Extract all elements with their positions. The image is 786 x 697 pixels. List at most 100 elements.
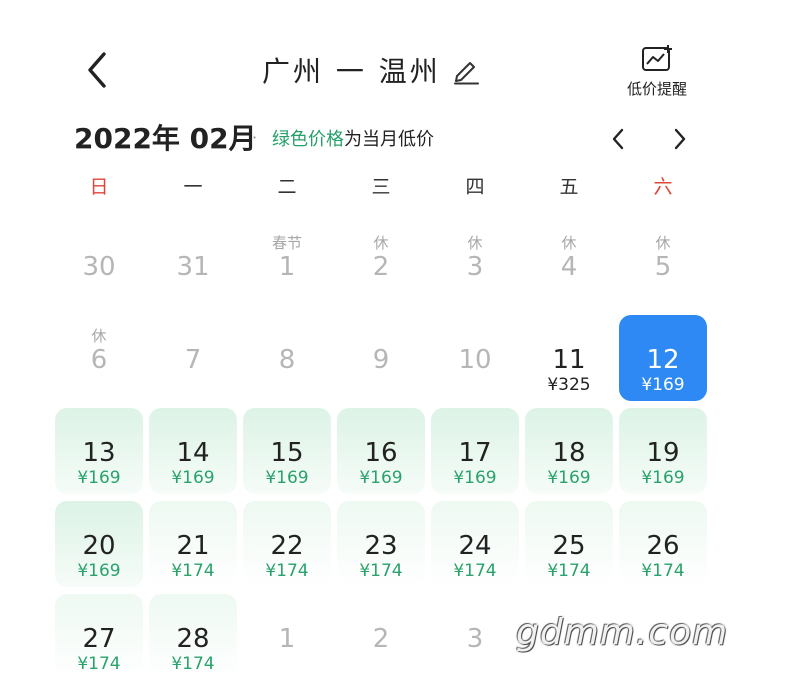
chevron-left-icon [88,52,106,88]
calendar-day[interactable]: 25 ¥174 [525,501,613,587]
day-number: 11 [552,345,586,375]
day-number: 17 [458,438,492,468]
day-number: 23 [364,531,398,561]
route-title-area: 广州 一 温州 [262,48,481,92]
day-number: 28 [176,624,210,654]
chevron-left-icon [612,128,624,150]
calendar-day[interactable]: 24 ¥174 [431,501,519,587]
calendar-day[interactable]: 1 [243,594,331,680]
day-number: 30 [82,252,116,282]
day-price: ¥169 [265,468,309,488]
calendar-day[interactable]: 19 ¥169 [619,408,707,494]
holiday-label: 春节 [271,234,302,252]
day-number: 2 [372,252,390,282]
calendar-day[interactable]: 14 ¥169 [149,408,237,494]
day-price: ¥169 [641,468,685,488]
calendar-day[interactable]: 27 ¥174 [55,594,143,680]
calendar-day[interactable]: 23 ¥174 [337,501,425,587]
day-number: 7 [184,345,202,375]
day-price: ¥169 [547,468,591,488]
prev-month-button[interactable] [604,124,632,154]
calendar-day[interactable]: 7 [149,315,237,401]
day-price: ¥169 [171,468,215,488]
calendar-day[interactable]: 16 ¥169 [337,408,425,494]
calendar-day[interactable]: 26 ¥174 [619,501,707,587]
calendar-day[interactable]: 30 [55,222,143,308]
calendar-day[interactable]: 休2 [337,222,425,308]
day-number: 18 [552,438,586,468]
day-number: 2 [372,624,390,654]
calendar-day[interactable]: 休4 [525,222,613,308]
calendar-day[interactable]: 9 [337,315,425,401]
calendar-week-row: 13 ¥169 14 ¥169 15 ¥169 16 ¥169 17 ¥169 18 ¥169 19 ¥1… [52,408,710,501]
day-price: ¥174 [265,561,309,581]
next-month-button[interactable] [666,124,694,154]
calendar-day[interactable]: 28 ¥174 [149,594,237,680]
weekday-mon: 一 [183,176,203,198]
calendar-day[interactable]: 22 ¥174 [243,501,331,587]
day-number: 13 [82,438,116,468]
holiday-label: 休 [467,234,483,252]
calendar-day[interactable]: 休3 [431,222,519,308]
day-number: 16 [364,438,398,468]
day-number: 26 [646,531,680,561]
calendar-day[interactable]: 3 [431,594,519,680]
calendar-week-row: 20 ¥169 21 ¥174 22 ¥174 23 ¥174 24 ¥174 25 ¥174 26 ¥1… [52,501,710,594]
weekday-wed: 三 [371,176,391,198]
day-price: ¥169 [641,375,685,395]
price-chart-plus-icon [642,45,672,71]
day-number: 6 [90,345,108,375]
day-number: 9 [372,345,390,375]
calendar-day[interactable]: 15 ¥169 [243,408,331,494]
day-number: 1 [278,252,296,282]
pencil-icon[interactable] [451,55,481,85]
day-price: ¥169 [77,561,121,581]
day-number: 3 [466,624,484,654]
day-number: 14 [176,438,210,468]
route-title: 广州 一 温州 [262,55,441,88]
calendar-day[interactable]: 13 ¥169 [55,408,143,494]
day-price: ¥174 [171,654,215,674]
holiday-label: 休 [373,234,389,252]
back-button[interactable] [78,46,118,94]
calendar-day[interactable]: 2 [337,594,425,680]
weekday-fri: 五 [559,176,579,198]
calendar-day[interactable]: 春节 1 [243,222,331,308]
day-number: 15 [270,438,304,468]
calendar-day[interactable]: 17 ¥169 [431,408,519,494]
calendar-day[interactable]: 8 [243,315,331,401]
separator-dot: · [252,128,258,147]
day-number: 12 [646,345,680,375]
calendar-day[interactable]: 11 ¥325 [525,315,613,401]
holiday-label: 休 [561,234,577,252]
weekday-sun: 日 [89,176,109,198]
watermark: gdmm.com [516,612,729,653]
weekday-thu: 四 [465,176,485,198]
month-header: 2022年 02月 · 绿色价格为当月低价 [74,120,714,160]
calendar-day[interactable]: 10 [431,315,519,401]
day-price: ¥174 [453,561,497,581]
weekday-header: 日 一 二 三 四 五 六 [52,172,710,202]
calendar-day-selected[interactable]: 12 ¥169 [619,315,707,401]
holiday-label: 休 [655,234,671,252]
calendar-week-row: 30 31 春节 1 休 2 休 3 休 4 休 5 [52,222,710,315]
legend-green-text: 绿色价格 [272,129,344,150]
calendar-day[interactable]: 休6 [55,315,143,401]
low-price-alert-button[interactable]: 低价提醒 [612,44,702,108]
day-number: 19 [646,438,680,468]
day-number: 5 [654,252,672,282]
day-number: 8 [278,345,296,375]
day-price: ¥174 [547,561,591,581]
calendar-day[interactable]: 休5 [619,222,707,308]
day-price: ¥325 [547,375,591,395]
day-price: ¥174 [641,561,685,581]
top-bar: 广州 一 温州 低价提醒 [0,0,786,120]
calendar-day[interactable]: 18 ¥169 [525,408,613,494]
calendar-day[interactable]: 21 ¥174 [149,501,237,587]
price-legend-note: 绿色价格为当月低价 [272,126,434,154]
day-price: ¥169 [453,468,497,488]
day-price: ¥169 [359,468,403,488]
calendar-day[interactable]: 20 ¥169 [55,501,143,587]
calendar-day[interactable]: 31 [149,222,237,308]
day-number: 27 [82,624,116,654]
